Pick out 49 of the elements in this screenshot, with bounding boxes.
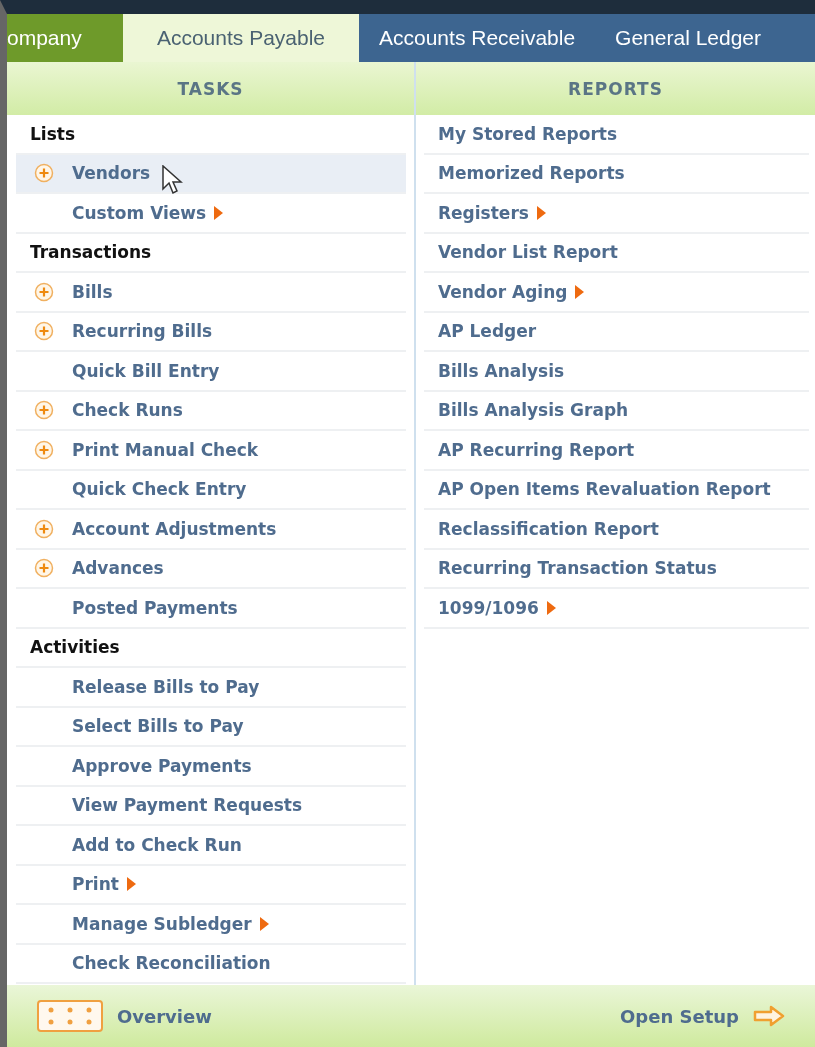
task-item[interactable]: Quick Check Entry: [16, 470, 406, 510]
report-link[interactable]: Vendor List Report: [424, 233, 809, 273]
report-link[interactable]: AP Open Items Revaluation Report: [424, 470, 809, 510]
task-item[interactable]: Posted Payments: [16, 589, 406, 629]
plus-icon[interactable]: [34, 281, 54, 302]
arrow-right-icon: [753, 1005, 785, 1027]
task-item[interactable]: Advances: [16, 549, 406, 589]
reports-header: REPORTS: [416, 62, 815, 115]
section-heading: Transactions: [16, 233, 406, 273]
task-item[interactable]: Print: [16, 865, 406, 905]
report-link[interactable]: Memorized Reports: [424, 154, 809, 194]
plus-icon[interactable]: [34, 439, 54, 460]
report-link[interactable]: Bills Analysis: [424, 352, 809, 392]
report-link[interactable]: My Stored Reports: [424, 115, 809, 155]
plus-icon[interactable]: [34, 400, 54, 421]
open-setup-link[interactable]: Open Setup: [620, 1005, 739, 1027]
report-link[interactable]: Registers: [424, 194, 809, 234]
overview-link[interactable]: Overview: [117, 1005, 212, 1027]
cursor-icon: [162, 164, 184, 195]
task-item[interactable]: Approve Payments: [16, 747, 406, 787]
report-link[interactable]: Vendor Aging: [424, 273, 809, 313]
task-item[interactable]: Print Manual Check: [16, 431, 406, 471]
report-link[interactable]: Recurring Transaction Status: [424, 549, 809, 589]
report-link[interactable]: Reclassification Report: [424, 510, 809, 550]
task-item[interactable]: View Payment Requests: [16, 786, 406, 826]
section-heading: Activities: [16, 628, 406, 668]
module-tab[interactable]: ompany: [7, 14, 123, 62]
module-tab[interactable]: Accounts Payable: [123, 14, 359, 62]
task-item[interactable]: Account Adjustments: [16, 510, 406, 550]
tasks-header: TASKS: [7, 62, 414, 115]
report-link[interactable]: Bills Analysis Graph: [424, 391, 809, 431]
task-item[interactable]: Select Bills to Pay: [16, 707, 406, 747]
plus-icon[interactable]: [34, 163, 54, 184]
report-link[interactable]: 1099/1096: [424, 589, 809, 629]
task-item[interactable]: Release Bills to Pay: [16, 668, 406, 708]
task-item[interactable]: Recurring Bills: [16, 312, 406, 352]
overview-icon[interactable]: [37, 1000, 103, 1032]
report-link[interactable]: AP Ledger: [424, 312, 809, 352]
task-item[interactable]: Bills: [16, 273, 406, 313]
plus-icon[interactable]: [34, 321, 54, 342]
plus-icon[interactable]: [34, 558, 54, 579]
task-item[interactable]: Check Runs: [16, 391, 406, 431]
plus-icon[interactable]: [34, 518, 54, 539]
task-item[interactable]: Add to Check Run: [16, 826, 406, 866]
task-item[interactable]: Vendors: [16, 154, 406, 194]
report-link[interactable]: AP Recurring Report: [424, 431, 809, 471]
task-item[interactable]: Quick Bill Entry: [16, 352, 406, 392]
task-item[interactable]: Manage Subledger: [16, 905, 406, 945]
task-item[interactable]: Custom Views: [16, 194, 406, 234]
